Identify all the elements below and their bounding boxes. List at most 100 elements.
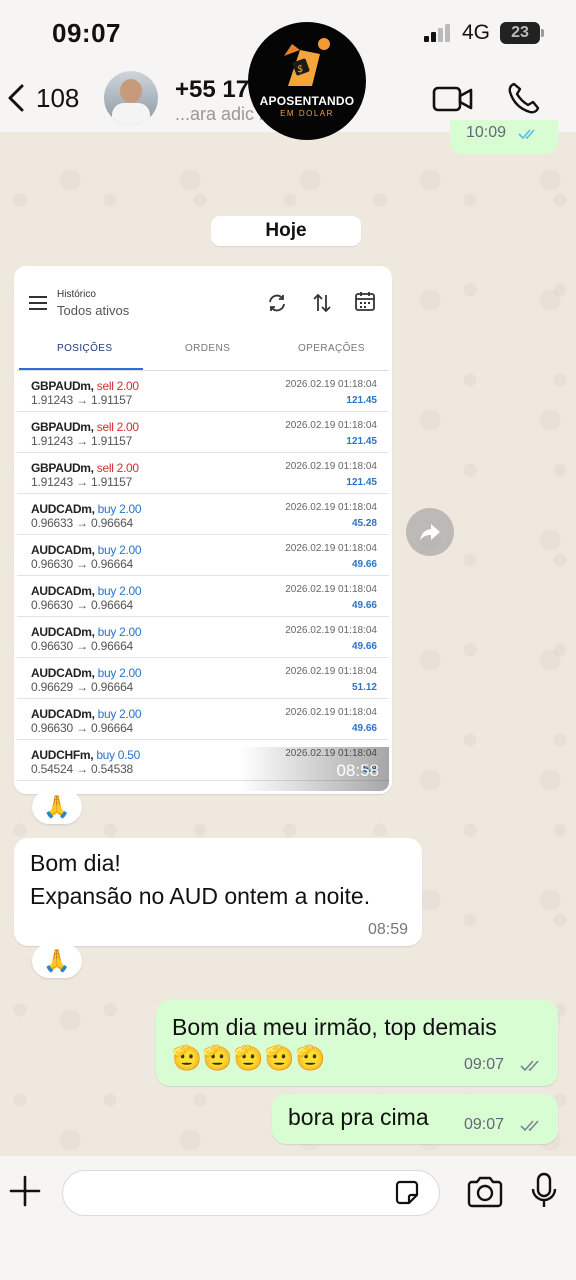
trade-prices: 0.54524 → 0.54538 [31, 762, 134, 776]
trade-date: 2026.02.19 01:18:04 [285, 625, 377, 636]
back-button[interactable]: 108 [4, 78, 79, 118]
brand-logo: $ APOSENTANDO EM DOLAR [248, 22, 366, 140]
reaction-badge[interactable]: 🙏 [32, 944, 82, 978]
trade-row: AUDCADm, buy 2.00 0.96629 → 0.96664 2026.0… [17, 658, 389, 699]
trade-symbol-text: GBPAUDm, [31, 379, 94, 393]
trade-profit: 49.66 [351, 600, 377, 611]
trade-symbol: AUDCADm, buy 2.00 [31, 666, 142, 680]
sticker-icon[interactable] [393, 1179, 421, 1207]
trade-side: buy 0.50 [96, 748, 140, 762]
trade-symbol: GBPAUDm, sell 2.00 [31, 379, 139, 393]
trade-date: 2026.02.19 01:18:04 [285, 543, 377, 554]
trade-date: 2026.02.19 01:18:04 [285, 666, 377, 677]
status-time: 09:07 [52, 18, 121, 48]
trade-row: GBPAUDm, sell 2.00 1.91243 → 1.91157 2026.… [17, 412, 389, 453]
signal-icon [424, 24, 454, 42]
trade-prices: 0.96630 → 0.96664 [31, 639, 134, 653]
read-receipt-icon [520, 1060, 539, 1072]
tab-positions: POSIÇÕES [57, 343, 113, 354]
message-text-line2: Expansão no AUD ontem a noite. [30, 883, 371, 909]
screenshot-image-message[interactable]: Histórico Todos ativos POSIÇÕES ORDENS O… [14, 266, 392, 794]
trade-profit: 45.28 [351, 518, 377, 529]
trade-side: buy 2.00 [97, 502, 142, 516]
message-time: 09:07 [464, 1056, 505, 1073]
trade-symbol: GBPAUDm, sell 2.00 [31, 461, 139, 475]
trade-symbol: AUDCADm, buy 2.00 [31, 625, 142, 639]
trade-symbol: AUDCADm, buy 2.00 [31, 543, 142, 557]
trading-app-header: Histórico Todos ativos [17, 269, 389, 335]
trade-profit: 49.66 [351, 723, 377, 734]
trade-row: AUDCADm, buy 2.00 0.96630 → 0.96664 2026.0… [17, 535, 389, 576]
image-message-time: 08:58 [336, 761, 379, 780]
trade-side: buy 2.00 [97, 584, 142, 598]
trade-side: buy 2.00 [97, 625, 142, 639]
forward-arrow-icon [420, 524, 440, 541]
trade-row: AUDCADm, buy 2.00 0.96630 → 0.96664 2026.0… [17, 617, 389, 658]
trade-prices: 0.96630 → 0.96664 [31, 557, 134, 571]
trade-symbol: GBPAUDm, sell 2.00 [31, 420, 139, 434]
read-receipt-icon [518, 129, 535, 140]
calendar-icon [355, 292, 375, 311]
sort-icon [313, 293, 331, 313]
phone-call-icon[interactable] [506, 80, 542, 116]
trade-symbol-text: AUDCADm, [31, 625, 95, 639]
read-receipt-icon [520, 1120, 539, 1132]
trade-side: buy 2.00 [97, 666, 142, 680]
trade-profit: 49.66 [351, 559, 377, 570]
trade-symbol-text: AUDCHFm, [31, 748, 94, 762]
trade-row: GBPAUDm, sell 2.00 1.91243 → 1.91157 2026.… [17, 371, 389, 412]
camera-icon[interactable] [466, 1176, 504, 1208]
message-text: Bom dia meu irmão, top demais [172, 1014, 497, 1040]
trade-side: buy 2.00 [97, 707, 142, 721]
chevron-left-icon [8, 84, 24, 112]
trade-symbol-text: AUDCADm, [31, 584, 95, 598]
trade-list: GBPAUDm, sell 2.00 1.91243 → 1.91157 2026.… [17, 371, 389, 781]
unread-count: 108 [36, 82, 80, 113]
trade-symbol-text: AUDCADm, [31, 543, 95, 557]
trade-symbol-text: AUDCADm, [31, 502, 95, 516]
trade-profit: 51.12 [351, 682, 377, 693]
svg-text:$: $ [297, 64, 303, 75]
outgoing-message-bubble[interactable]: Bom dia meu irmão, top demais 🫡🫡🫡🫡🫡 09:0… [156, 1000, 558, 1086]
reaction-badge[interactable]: 🙏 [32, 790, 82, 824]
history-label: Histórico [57, 289, 96, 300]
network-label: 4G [462, 21, 491, 44]
trade-date: 2026.02.19 01:18:04 [285, 584, 377, 595]
trade-prices: 0.96630 → 0.96664 [31, 721, 134, 735]
forward-button[interactable] [406, 508, 454, 556]
trade-profit: 49.66 [351, 641, 377, 652]
message-input[interactable] [62, 1170, 440, 1216]
trade-prices: 1.91243 → 1.91157 [31, 434, 133, 448]
previous-message-time: 10:09 [466, 124, 507, 141]
message-composer [0, 1156, 576, 1280]
trade-side: buy 2.00 [97, 543, 142, 557]
message-time: 09:07 [464, 1116, 505, 1133]
trade-prices: 1.91243 → 1.91157 [31, 475, 133, 489]
trade-prices: 0.96633 → 0.96664 [31, 516, 134, 530]
trade-prices: 1.91243 → 1.91157 [31, 393, 133, 407]
incoming-message-bubble[interactable]: Bom dia! Expansão no AUD ontem a noite. … [14, 838, 422, 946]
trade-date: 2026.02.19 01:18:04 [285, 502, 377, 513]
plus-icon[interactable] [8, 1174, 42, 1208]
trade-date: 2026.02.19 01:18:04 [285, 420, 377, 431]
outgoing-message-bubble[interactable]: bora pra cima 09:07 [272, 1094, 558, 1144]
trade-profit: 121.45 [346, 477, 377, 488]
logo-title: APOSENTANDO [259, 94, 355, 108]
trade-side: sell 2.00 [96, 461, 139, 475]
trade-side: sell 2.00 [96, 379, 139, 393]
tab-orders: ORDENS [185, 343, 231, 354]
logo-figure-icon: $ [284, 38, 330, 86]
logo-subtitle: EM DOLAR [280, 109, 334, 118]
trade-symbol-text: AUDCADm, [31, 707, 95, 721]
trade-symbol: AUDCHFm, buy 0.50 [31, 748, 140, 762]
filter-label: Todos ativos [57, 303, 130, 318]
video-call-icon[interactable] [432, 84, 474, 114]
avatar[interactable] [104, 71, 158, 125]
microphone-icon[interactable] [530, 1172, 558, 1210]
sync-icon [269, 294, 285, 312]
active-tab-indicator [19, 368, 143, 370]
trade-row: AUDCADm, buy 2.00 0.96633 → 0.96664 2026.0… [17, 494, 389, 535]
trade-symbol-text: AUDCADm, [31, 666, 95, 680]
trade-date: 2026.02.19 01:18:04 [285, 379, 377, 390]
trade-symbol-text: GBPAUDm, [31, 420, 94, 434]
